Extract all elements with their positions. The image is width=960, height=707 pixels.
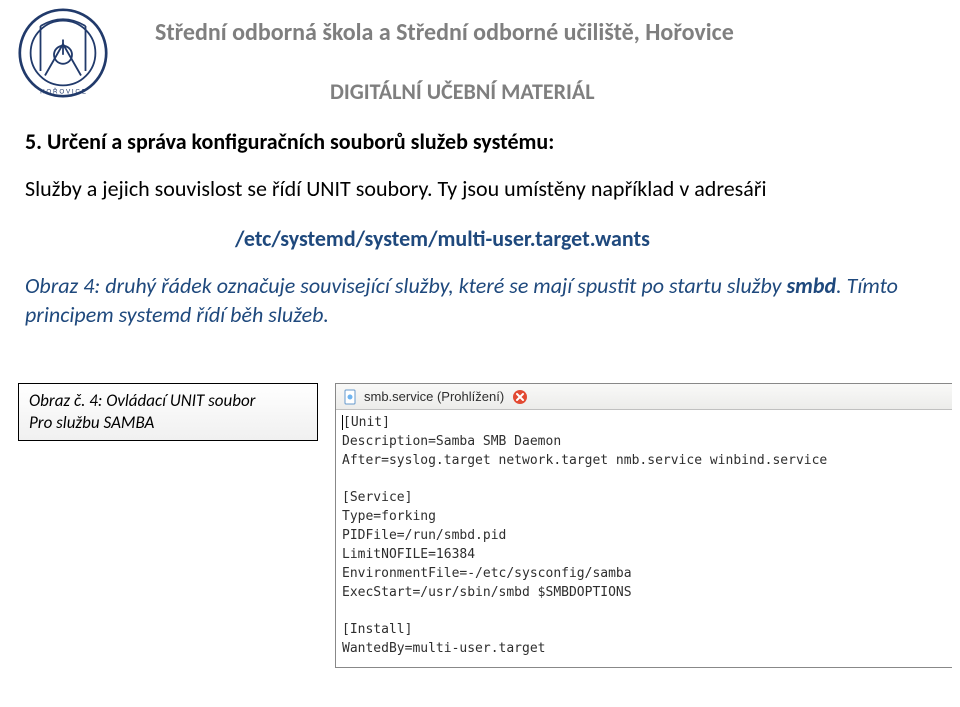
svg-text:H O Ř O V I C E: H O Ř O V I C E: [40, 87, 86, 96]
editor-content: [Unit] Description=Samba SMB Daemon Afte…: [336, 410, 952, 667]
editor-line-3: After=syslog.target network.target nmb.s…: [342, 453, 827, 468]
editor-line-5: [Service]: [342, 490, 412, 505]
school-logo: H O Ř O V I C E: [18, 8, 108, 98]
file-icon: [342, 389, 358, 405]
config-path: /etc/systemd/system/multi-user.target.wa…: [235, 225, 650, 252]
paragraph-2-bold: smbd: [787, 272, 837, 299]
editor-window: smb.service (Prohlížení) [Unit] Descript…: [335, 383, 952, 668]
editor-line-1: [Unit]: [343, 415, 390, 430]
paragraph-1: Služby a jejich souvislost se řídí UNIT …: [25, 175, 767, 202]
caption-line-1: Obraz č. 4: Ovládací UNIT soubor: [29, 390, 307, 412]
editor-line-7: PIDFile=/run/smbd.pid: [342, 528, 506, 543]
editor-line-13: WantedBy=multi-user.target: [342, 641, 546, 656]
document-subtitle: DIGITÁLNÍ UČEBNÍ MATERIÁL: [330, 78, 595, 105]
school-name: Střední odborná škola a Střední odborné …: [155, 18, 734, 47]
close-icon[interactable]: [512, 389, 528, 405]
figure-caption-box: Obraz č. 4: Ovládací UNIT soubor Pro slu…: [18, 383, 318, 441]
editor-title: smb.service (Prohlížení): [364, 389, 504, 404]
editor-line-2: Description=Samba SMB Daemon: [342, 434, 561, 449]
editor-line-10: ExecStart=/usr/sbin/smbd $SMBDOPTIONS: [342, 585, 632, 600]
editor-titlebar: smb.service (Prohlížení): [336, 384, 952, 410]
paragraph-2-prefix: Obraz 4: druhý řádek označuje souvisejíc…: [25, 272, 787, 299]
editor-line-6: Type=forking: [342, 509, 436, 524]
editor-line-8: LimitNOFILE=16384: [342, 547, 475, 562]
caption-line-2: Pro službu SAMBA: [29, 412, 307, 434]
editor-line-12: [Install]: [342, 622, 412, 637]
editor-line-9: EnvironmentFile=-/etc/sysconfig/samba: [342, 566, 632, 581]
paragraph-2: Obraz 4: druhý řádek označuje souvisejíc…: [25, 272, 925, 329]
section-heading: 5. Určení a správa konfiguračních soubor…: [25, 128, 554, 155]
